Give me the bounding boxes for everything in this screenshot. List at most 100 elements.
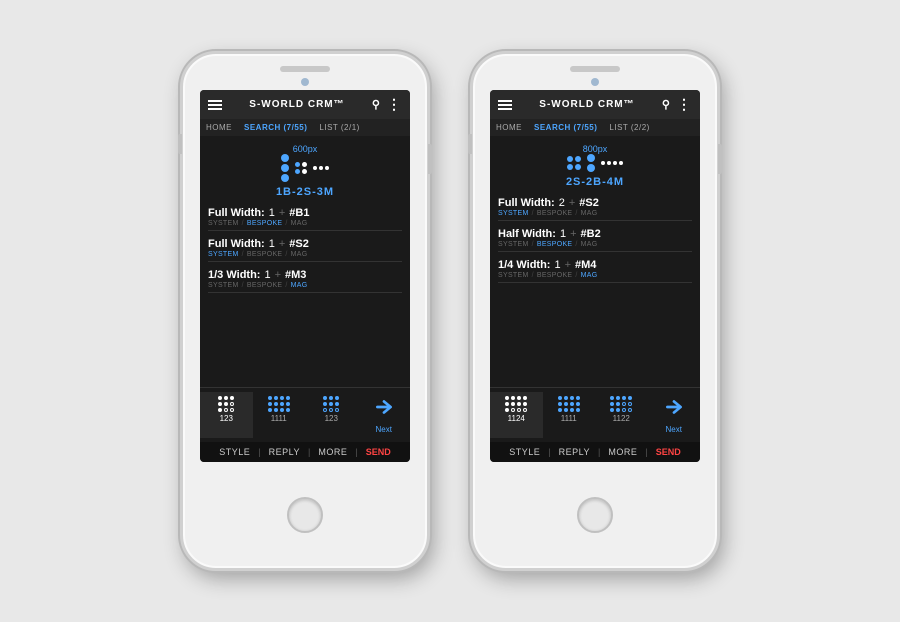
link-mag[interactable]: MAG (291, 220, 308, 227)
sub-links: SYSTEM/BESPOKE/MAG (208, 220, 402, 227)
phones-container: S-WORLD CRM™⚲⋮HOME SEARCH (7/55) LIST (2… (180, 51, 720, 571)
width-row-0: Full Width:1+#B1SYSTEM/BESPOKE/MAG (208, 204, 402, 231)
width-label: Half Width: (498, 228, 556, 240)
toolbar-btn-1[interactable]: 1111 (253, 392, 306, 438)
link-bespoke[interactable]: BESPOKE (537, 241, 573, 248)
layout-code: 1B-2S-3M (208, 186, 402, 198)
toolbar-btn-3[interactable]: Next (358, 392, 411, 438)
top-bar: S-WORLD CRM™⚲⋮ (490, 90, 700, 119)
width-num: 2 (559, 197, 565, 209)
link-mag[interactable]: MAG (291, 282, 308, 289)
width-hash: #B1 (289, 207, 309, 219)
width-plus: + (565, 259, 571, 271)
width-label: Full Width: (208, 207, 265, 219)
link-mag[interactable]: MAG (581, 272, 598, 279)
link-bespoke[interactable]: BESPOKE (247, 282, 283, 289)
px-label: 800px (498, 144, 692, 154)
width-hash: #B2 (581, 228, 601, 240)
search-icon[interactable]: ⚲ (372, 98, 381, 111)
width-plus: + (570, 228, 576, 240)
more-icon[interactable]: ⋮ (387, 96, 402, 113)
action-bar: STYLE|REPLY|MORE|SEND (200, 442, 410, 462)
link-separator: / (575, 272, 577, 279)
phone-top (183, 54, 427, 90)
link-bespoke[interactable]: BESPOKE (537, 210, 573, 217)
toolbar-btn-3[interactable]: Next (648, 392, 701, 438)
link-system[interactable]: SYSTEM (208, 251, 239, 258)
link-separator: / (575, 241, 577, 248)
home-button[interactable] (577, 497, 613, 533)
sub-links: SYSTEM/BESPOKE/MAG (498, 241, 692, 248)
hamburger-icon[interactable] (208, 100, 222, 110)
action-more[interactable]: MORE (318, 447, 347, 457)
link-system[interactable]: SYSTEM (208, 282, 239, 289)
toolbar-btn-label: 1111 (271, 414, 287, 423)
link-bespoke[interactable]: BESPOKE (247, 220, 283, 227)
link-separator: / (285, 282, 287, 289)
link-mag[interactable]: MAG (291, 251, 308, 258)
hamburger-icon[interactable] (498, 100, 512, 110)
action-reply[interactable]: REPLY (269, 447, 300, 457)
layout-code: 2S-2B-4M (498, 176, 692, 188)
nav-list[interactable]: LIST (2/2) (609, 123, 649, 132)
width-plus: + (279, 238, 285, 250)
width-num: 1 (560, 228, 566, 240)
link-mag[interactable]: MAG (581, 210, 598, 217)
toolbar-btn-0[interactable]: 1124 (490, 392, 543, 438)
app-title: S-WORLD CRM™ (539, 99, 634, 110)
search-icon[interactable]: ⚲ (662, 98, 671, 111)
toolbar-btn-2[interactable]: 123 (305, 392, 358, 438)
link-bespoke[interactable]: BESPOKE (537, 272, 573, 279)
volume-button (468, 134, 472, 154)
action-style[interactable]: STYLE (219, 447, 250, 457)
link-system[interactable]: SYSTEM (498, 272, 529, 279)
width-plus: + (275, 269, 281, 281)
next-arrow-icon (663, 396, 685, 423)
nav-list[interactable]: LIST (2/1) (319, 123, 359, 132)
layout-header: 600px1B-2S-3M (208, 144, 402, 198)
link-separator: / (242, 220, 244, 227)
toolbar-btn-1[interactable]: 1111 (543, 392, 596, 438)
layout-dots (498, 154, 692, 172)
link-separator: / (285, 220, 287, 227)
layout-dots (208, 154, 402, 182)
more-icon[interactable]: ⋮ (677, 96, 692, 113)
action-style[interactable]: STYLE (509, 447, 540, 457)
top-bar-icons: ⚲⋮ (372, 96, 402, 113)
toolbar-btn-0[interactable]: 123 (200, 392, 253, 438)
nav-home[interactable]: HOME (496, 123, 522, 132)
toolbar-btn-label: Next (666, 425, 682, 434)
width-num: 1 (554, 259, 560, 271)
link-system[interactable]: SYSTEM (208, 220, 239, 227)
link-separator: / (285, 251, 287, 258)
screen: S-WORLD CRM™⚲⋮HOME SEARCH (7/55) LIST (2… (490, 90, 700, 462)
action-send[interactable]: SEND (366, 447, 391, 457)
link-system[interactable]: SYSTEM (498, 241, 529, 248)
next-arrow-icon (373, 396, 395, 423)
width-label: 1/3 Width: (208, 269, 260, 281)
link-bespoke[interactable]: BESPOKE (247, 251, 283, 258)
toolbar-btn-label: 1124 (508, 414, 525, 423)
toolbar-dot-pattern (268, 396, 290, 412)
main-content: 800px2S-2B-4MFull Width:2+#S2SYSTEM/BESP… (490, 136, 700, 387)
top-bar-icons: ⚲⋮ (662, 96, 692, 113)
home-button[interactable] (287, 497, 323, 533)
action-reply[interactable]: REPLY (559, 447, 590, 457)
layout-header: 800px 2S-2B-4M (498, 144, 692, 188)
speaker (280, 66, 330, 72)
toolbar-btn-2[interactable]: 1122 (595, 392, 648, 438)
nav-home[interactable]: HOME (206, 123, 232, 132)
nav-search[interactable]: SEARCH (7/55) (244, 123, 307, 132)
bottom-toolbar: 1231111123Next (200, 387, 410, 442)
phone-bottom (287, 462, 323, 568)
nav-search[interactable]: SEARCH (7/55) (534, 123, 597, 132)
link-system[interactable]: SYSTEM (498, 210, 529, 217)
width-hash: #M4 (575, 259, 596, 271)
power-button (718, 144, 722, 174)
action-more[interactable]: MORE (608, 447, 637, 457)
toolbar-dot-pattern (218, 396, 234, 412)
action-separator: | (308, 447, 310, 457)
width-hash: #S2 (579, 197, 599, 209)
action-send[interactable]: SEND (656, 447, 681, 457)
link-mag[interactable]: MAG (581, 241, 598, 248)
